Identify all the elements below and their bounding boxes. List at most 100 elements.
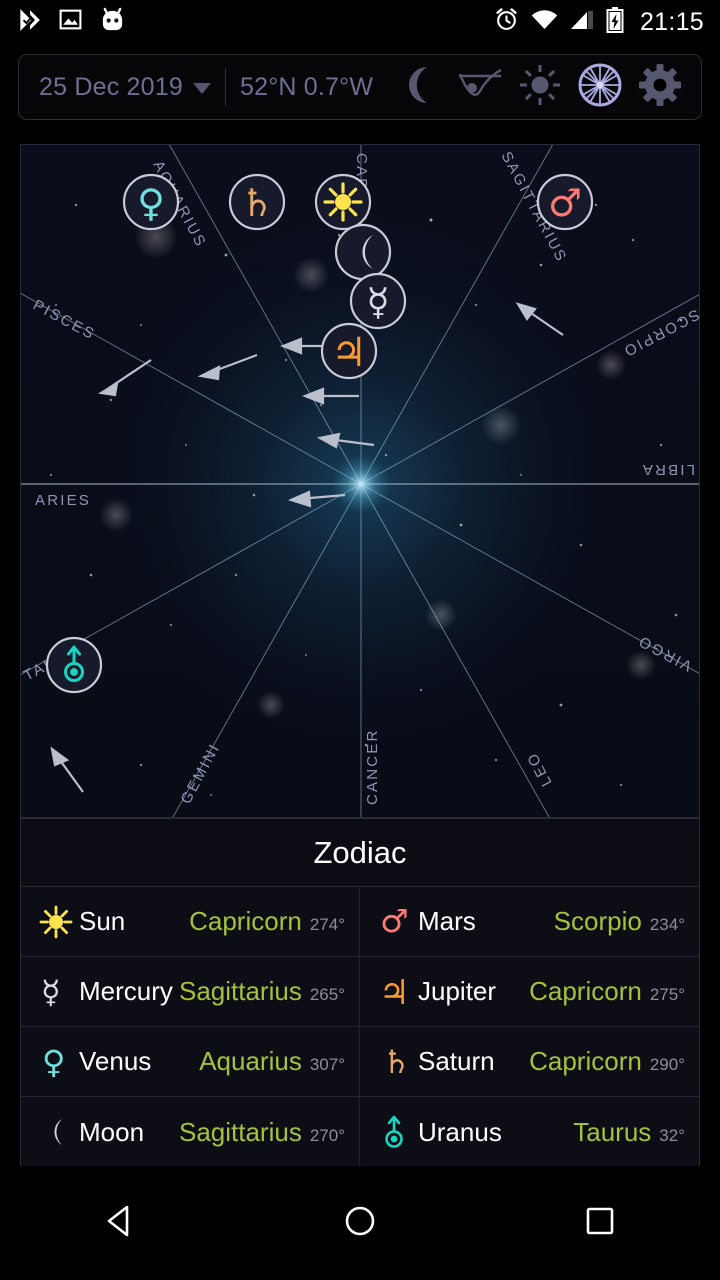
moon-marker[interactable] — [334, 223, 392, 281]
jupiter-glyph-icon: ♃ — [378, 975, 418, 1009]
saturn-marker[interactable]: ♄ — [228, 173, 286, 231]
zodiac-row-sun[interactable]: Sun Capricorn 274° — [21, 887, 360, 957]
zodiac-grid: Sun Capricorn 274° ♂ Mars Scorpio 234° ☿… — [21, 887, 699, 1167]
label-gemini: GEMINI — [178, 740, 224, 807]
zodiac-row-mars[interactable]: ♂ Mars Scorpio 234° — [360, 887, 699, 957]
status-bar-clock: 21:15 — [639, 7, 704, 36]
home-button[interactable] — [300, 1188, 420, 1258]
body-position: Sagittarius 270° — [179, 1117, 345, 1148]
cell-signal-icon — [570, 9, 594, 36]
arrow-moon — [301, 387, 359, 405]
zodiac-row-venus[interactable]: ♀ Venus Aquarius 307° — [21, 1027, 360, 1097]
svg-text:♂: ♂ — [380, 905, 409, 939]
venus-marker[interactable]: ♀ — [122, 173, 180, 231]
recents-button[interactable] — [540, 1188, 660, 1258]
toolbar-divider — [224, 68, 226, 106]
sign-name: Capricorn — [189, 906, 302, 936]
degree-value: 32° — [659, 1125, 685, 1145]
sign-name: Scorpio — [553, 906, 642, 936]
body-name: Venus — [79, 1046, 152, 1076]
zodiac-row-jupiter[interactable]: ♃ Jupiter Capricorn 275° — [360, 957, 699, 1027]
degree-value: 307° — [309, 1055, 345, 1074]
sky-chart-canvas: AQUARIUS PISCES ARIES TAURUS GEMINI CANC… — [21, 145, 699, 817]
wifi-icon — [531, 9, 558, 36]
mars-marker[interactable]: ♂ — [536, 173, 594, 231]
body-position: Capricorn 274° — [189, 906, 345, 937]
arrow-mercury — [316, 432, 375, 449]
sun-path-view-button[interactable] — [453, 60, 507, 114]
degree-value: 234° — [649, 915, 685, 934]
degree-value: 290° — [649, 1055, 685, 1074]
jupiter-marker[interactable]: ♃ — [320, 322, 378, 380]
body-name: Uranus — [418, 1116, 502, 1147]
moon-view-button[interactable] — [393, 60, 447, 114]
sun-icon — [520, 64, 560, 110]
alarm-icon — [494, 7, 519, 37]
sign-name: Capricorn — [529, 1046, 642, 1076]
battery-charging-icon — [606, 6, 624, 38]
sun-path-icon — [457, 66, 503, 109]
zodiac-row-saturn[interactable]: ♄ Saturn Capricorn 290° — [360, 1027, 699, 1097]
zodiac-view-button[interactable] — [573, 60, 627, 114]
back-button[interactable] — [60, 1188, 180, 1258]
sun-view-button[interactable] — [513, 60, 567, 114]
degree-value: 265° — [309, 985, 345, 1004]
body-position: Capricorn 290° — [529, 1046, 685, 1077]
body-position: Capricorn 275° — [529, 976, 685, 1007]
body-position: Scorpio 234° — [554, 906, 685, 937]
uranus-marker[interactable] — [45, 636, 103, 694]
app-toolbar: 25 Dec 2019 52°N 0.7°W — [18, 54, 702, 120]
svg-text:♀: ♀ — [137, 181, 165, 225]
gear-icon — [639, 63, 681, 111]
back-triangle-icon — [101, 1202, 139, 1245]
body-name: Sun — [79, 906, 126, 936]
saturn-glyph-icon: ♄ — [378, 1045, 418, 1079]
mars-glyph-icon: ♂ — [378, 905, 418, 939]
degree-value: 270° — [309, 1125, 345, 1145]
screenshot-image-icon — [58, 7, 83, 37]
sun-marker[interactable] — [314, 173, 372, 231]
play-check-icon — [16, 7, 42, 38]
sun-glyph-icon — [39, 905, 79, 939]
moon-icon — [403, 66, 437, 109]
svg-text:♄: ♄ — [240, 181, 274, 225]
label-pisces: PISCES — [30, 297, 98, 344]
body-position: Sagittarius 265° — [179, 976, 345, 1007]
body-name: Jupiter — [418, 976, 497, 1006]
svg-text:♀: ♀ — [42, 1045, 65, 1079]
home-circle-icon — [341, 1202, 379, 1245]
date-label: 25 Dec 2019 — [39, 72, 183, 101]
sign-name: Sagittarius — [178, 1116, 302, 1147]
sign-name: Aquarius — [199, 1046, 302, 1076]
date-selector[interactable]: 25 Dec 2019 — [19, 55, 211, 119]
zodiac-row-mercury[interactable]: ☿ Mercury Sagittarius 265° — [21, 957, 360, 1027]
svg-text:♂: ♂ — [548, 181, 582, 225]
label-cancer: CANCER — [364, 728, 381, 805]
degree-value: 275° — [649, 985, 685, 1004]
sign-name: Taurus — [573, 1116, 652, 1147]
label-leo: LEO — [523, 749, 555, 789]
android-nav-bar — [0, 1166, 720, 1280]
moon-glyph-icon — [39, 1115, 79, 1149]
zodiac-row-moon[interactable]: Moon Sagittarius 270° — [21, 1097, 360, 1167]
settings-button[interactable] — [633, 60, 687, 114]
zodiac-row-uranus[interactable]: Uranus Taurus 32° — [360, 1097, 699, 1167]
degree-value: 274° — [309, 915, 345, 934]
status-bar-right-icons: 21:15 — [494, 6, 720, 38]
status-bar-left-icons — [0, 7, 126, 38]
location-coordinates[interactable]: 52°N 0.7°W — [240, 73, 373, 102]
arrow-mars — [515, 302, 564, 336]
toolbar-view-buttons — [393, 60, 701, 114]
svg-text:♄: ♄ — [382, 1045, 411, 1079]
body-position: Taurus 32° — [573, 1117, 685, 1148]
panel-title: Zodiac — [21, 819, 699, 887]
svg-text:♃: ♃ — [379, 975, 409, 1009]
body-name: Mars — [418, 906, 476, 936]
body-name: Mercury — [79, 976, 173, 1006]
android-robot-icon — [99, 7, 126, 37]
recents-square-icon — [581, 1202, 619, 1245]
chevron-down-icon — [192, 83, 211, 94]
sky-chart[interactable]: AQUARIUS PISCES ARIES TAURUS GEMINI CANC… — [20, 144, 700, 818]
arrow-uranus — [50, 746, 84, 793]
mercury-marker[interactable]: ☿ — [349, 272, 407, 330]
